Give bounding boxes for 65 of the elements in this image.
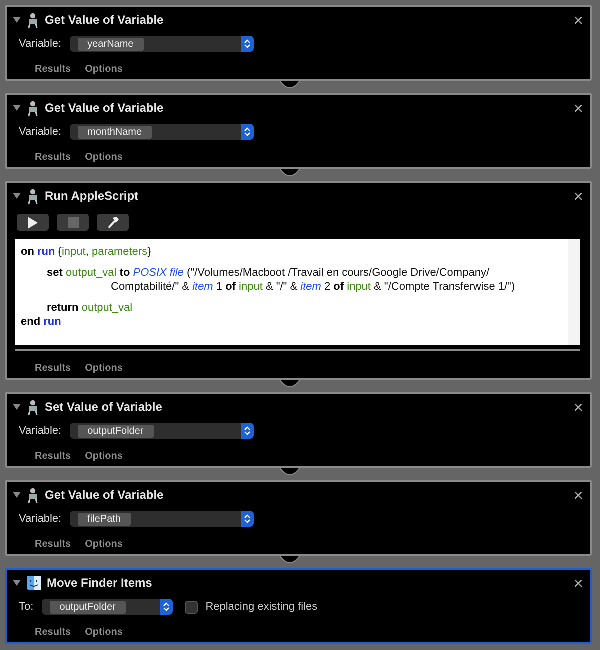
code-line: end run xyxy=(21,315,62,329)
action-tab[interactable]: Options xyxy=(85,539,123,550)
action-tab[interactable]: Options xyxy=(85,152,123,163)
action-tab[interactable]: Results xyxy=(35,363,72,374)
action-tab[interactable]: Results xyxy=(35,627,72,638)
variable-popup[interactable]: filePath xyxy=(70,511,254,527)
action-title: Set Value of Variable xyxy=(45,400,164,414)
variable-label: Variable: xyxy=(19,513,62,525)
destination-label: To: xyxy=(19,601,34,613)
close-icon[interactable] xyxy=(575,192,582,200)
stop-icon xyxy=(68,217,78,228)
close-icon[interactable] xyxy=(575,104,582,112)
code-line: Comptabilité/" & item 1 of input & "/" & item 2 of input & "/Compte Transferwise 1/") xyxy=(110,280,516,294)
robot-icon xyxy=(27,488,39,502)
stop-button[interactable] xyxy=(57,214,89,231)
close-icon[interactable] xyxy=(575,492,582,498)
hammer-icon xyxy=(106,216,120,229)
robot-icon xyxy=(27,100,39,116)
run-button[interactable] xyxy=(17,214,49,231)
disclosure-icon[interactable] xyxy=(13,192,21,200)
action-tab[interactable]: Results xyxy=(35,539,72,550)
robot-icon xyxy=(27,188,39,204)
action-tab[interactable]: Results xyxy=(35,451,72,462)
stepper-icon xyxy=(244,127,251,137)
action-title: Move Finder Items xyxy=(47,576,154,590)
hammer-button[interactable] xyxy=(97,214,129,231)
variable-label: Variable: xyxy=(19,126,62,138)
variable-popup[interactable]: yearName xyxy=(70,36,254,52)
code-line: on run {input, parameters} xyxy=(21,245,152,259)
finder-icon xyxy=(27,576,41,590)
close-icon[interactable] xyxy=(575,16,582,24)
action-tab[interactable]: Options xyxy=(85,451,123,462)
action-title: Get Value of Variable xyxy=(45,488,165,502)
checkbox[interactable] xyxy=(184,600,198,614)
action-title: Get Value of Variable xyxy=(45,101,165,115)
action-tab[interactable]: Options xyxy=(85,627,123,638)
robot-icon xyxy=(27,12,39,28)
action-title: Run AppleScript xyxy=(45,189,140,203)
stepper-icon xyxy=(162,602,170,612)
action-tab[interactable]: Results xyxy=(35,64,72,75)
stepper-icon xyxy=(244,39,251,49)
stepper-icon xyxy=(244,426,251,436)
code-line: set output_val to POSIX file ("/Volumes/Macboot /Travail en cours/Google Drive/Company/ xyxy=(46,266,490,280)
action-tab[interactable]: Options xyxy=(85,363,123,374)
code-line: return output_val xyxy=(46,301,134,315)
folder-popup[interactable]: outputFolder xyxy=(42,599,173,615)
variable-label: Variable: xyxy=(19,425,62,437)
disclosure-icon[interactable] xyxy=(13,491,21,499)
action-tab[interactable]: Results xyxy=(35,152,72,163)
disclosure-icon[interactable] xyxy=(13,579,21,587)
checkbox-label: Replacing existing files xyxy=(206,601,318,613)
disclosure-icon[interactable] xyxy=(13,104,21,112)
script-editor[interactable] xyxy=(15,239,580,345)
play-icon xyxy=(27,216,39,228)
disclosure-icon[interactable] xyxy=(13,16,21,24)
disclosure-icon[interactable] xyxy=(13,403,21,411)
close-icon[interactable] xyxy=(575,404,582,410)
stepper-icon xyxy=(244,514,251,524)
close-icon[interactable] xyxy=(575,580,582,586)
variable-popup[interactable]: monthName xyxy=(70,124,254,140)
action-tab[interactable]: Options xyxy=(85,64,123,75)
variable-popup[interactable]: outputFolder xyxy=(70,423,254,439)
robot-icon xyxy=(27,400,39,414)
action-title: Get Value of Variable xyxy=(45,13,165,27)
variable-label: Variable: xyxy=(19,38,62,50)
